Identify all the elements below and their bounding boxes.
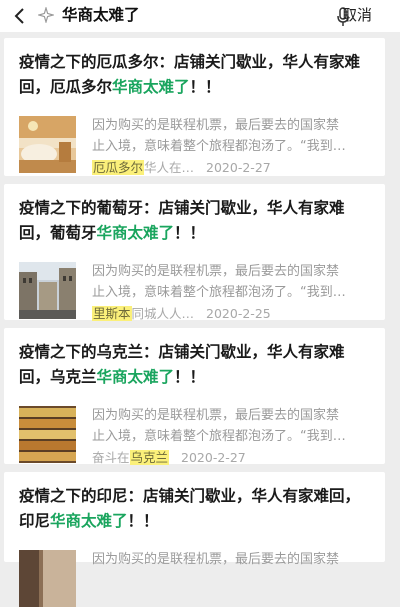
keyword-highlight: 华商太难了 [112, 78, 190, 96]
cancel-button[interactable]: 取消 [342, 5, 372, 25]
source-name-highlight[interactable]: 乌克兰 [129, 450, 170, 465]
search-result-card[interactable]: 疫情之下的乌克兰：店铺关门歇业，华人有家难回，乌克兰华商太难了！！ 因为购买的是… [4, 328, 385, 465]
search-result-card[interactable]: 疫情之下的印尼：店铺关门歇业，华人有家难回，印尼华商太难了！！ 因为购买的是联程… [4, 472, 385, 607]
search-input[interactable]: 华商太难了 [38, 2, 349, 30]
source-name-highlight[interactable]: 里斯本 [92, 306, 132, 321]
result-title[interactable]: 疫情之下的印尼：店铺关门歇业，华人有家难回，印尼华商太难了！！ [19, 484, 374, 534]
result-meta: 奋斗在乌克兰 2020-2-27 [92, 450, 246, 465]
back-arrow-icon[interactable] [12, 7, 30, 25]
search-result-card[interactable]: 疫情之下的厄瓜多尔：店铺关门歇业，华人有家难回，厄瓜多尔华商太难了！！ 因为购买… [4, 38, 385, 176]
result-snippet: 因为购买的是联程机票，最后要去的国家禁 止入境，意味着整个旅程都泡汤了。“我到… [92, 408, 346, 444]
keyword-highlight: 华商太难了 [96, 224, 175, 242]
keyword-highlight: 华商太难了 [50, 512, 128, 530]
result-title[interactable]: 疫情之下的乌克兰：店铺关门歇业，华人有家难回，乌克兰华商太难了！！ [19, 340, 374, 390]
result-snippet: 因为购买的是联程机票，最后要去的国家禁 止入境，意味着整个旅程都泡汤了。“我到… [92, 264, 346, 300]
result-title[interactable]: 疫情之下的葡萄牙：店铺关门歇业，华人有家难回，葡萄牙华商太难了！！ [19, 196, 374, 246]
search-icon [38, 7, 54, 23]
result-meta: 厄瓜多尔华人在… 2020-2-27 [92, 160, 271, 175]
result-thumbnail[interactable] [19, 262, 76, 319]
result-date: 2020-2-27 [181, 450, 246, 465]
result-date: 2020-2-27 [206, 160, 271, 175]
result-thumbnail[interactable] [19, 116, 76, 173]
search-query-text[interactable]: 华商太难了 [62, 5, 140, 25]
search-bar: 华商太难了 取消 [0, 0, 400, 32]
search-result-card[interactable]: 疫情之下的葡萄牙：店铺关门歇业，华人有家难回，葡萄牙华商太难了！！ 因为购买的是… [4, 184, 385, 321]
result-title[interactable]: 疫情之下的厄瓜多尔：店铺关门歇业，华人有家难回，厄瓜多尔华商太难了！！ [19, 50, 374, 100]
result-thumbnail[interactable] [19, 406, 76, 463]
result-snippet: 因为购买的是联程机票，最后要去的国家禁 [92, 552, 340, 567]
keyword-highlight: 华商太难了 [96, 368, 175, 386]
result-date: 2020-2-25 [206, 306, 271, 321]
result-thumbnail[interactable] [19, 550, 76, 607]
result-meta: 里斯本同城人人… 2020-2-25 [92, 306, 271, 321]
source-name-highlight[interactable]: 厄瓜多尔 [92, 160, 145, 175]
result-snippet: 因为购买的是联程机票，最后要去的国家禁 止入境，意味着整个旅程都泡汤了。“我到… [92, 118, 346, 154]
